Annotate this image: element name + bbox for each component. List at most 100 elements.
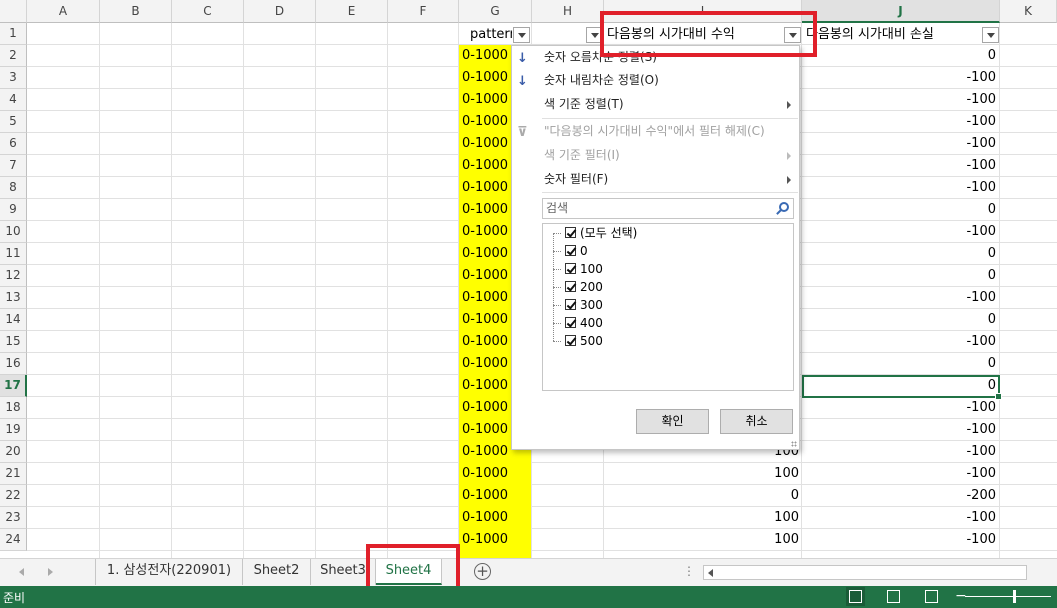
loss-cell[interactable]: -100 xyxy=(802,221,996,243)
col-header-e[interactable]: E xyxy=(316,0,388,23)
row-header-21[interactable]: 21 xyxy=(0,463,27,485)
filter-dropdown-j[interactable] xyxy=(982,27,999,43)
row-header-18[interactable]: 18 xyxy=(0,397,27,419)
profit-cell[interactable]: 0 xyxy=(604,485,799,507)
loss-cell[interactable]: -100 xyxy=(802,463,996,485)
col-header-a[interactable]: A xyxy=(27,0,100,23)
checkbox-checked-icon[interactable] xyxy=(565,335,576,346)
add-sheet-icon[interactable]: + xyxy=(474,563,491,580)
col-header-d[interactable]: D xyxy=(244,0,316,23)
filter-by-color-item[interactable]: 색 기준 필터(I) xyxy=(512,144,799,166)
page-break-view-icon[interactable] xyxy=(925,590,938,603)
pattern-cell[interactable]: 0-1000 xyxy=(462,485,532,507)
row-header-2[interactable]: 2 xyxy=(0,45,27,67)
loss-cell[interactable]: -100 xyxy=(802,287,996,309)
active-cell-j17[interactable] xyxy=(802,375,1002,400)
row-header-23[interactable]: 23 xyxy=(0,507,27,529)
col-header-b[interactable]: B xyxy=(100,0,172,23)
pattern-cell[interactable]: 0-1000 xyxy=(462,529,532,551)
cancel-button[interactable]: 취소 xyxy=(720,409,793,434)
row-header-14[interactable]: 14 xyxy=(0,309,27,331)
loss-cell[interactable]: -100 xyxy=(802,441,996,463)
select-all-corner[interactable] xyxy=(0,0,27,23)
row-header-9[interactable]: 9 xyxy=(0,199,27,221)
row-header-13[interactable]: 13 xyxy=(0,287,27,309)
checkbox-checked-icon[interactable] xyxy=(565,245,576,256)
normal-view-icon[interactable] xyxy=(846,587,865,606)
clear-filter-item[interactable]: ⊽ "다음봉의 시가대비 수익"에서 필터 해제(C) xyxy=(512,120,799,142)
row-header-4[interactable]: 4 xyxy=(0,89,27,111)
col-header-j[interactable]: J xyxy=(802,0,1000,23)
loss-cell[interactable]: 0 xyxy=(802,45,996,67)
sort-descending-item[interactable]: ↓ 숫자 내림차순 정렬(O) xyxy=(512,69,799,91)
row-header-6[interactable]: 6 xyxy=(0,133,27,155)
tab-sheet2[interactable]: Sheet2 xyxy=(243,559,311,585)
scroll-thumb[interactable] xyxy=(718,567,1018,578)
loss-cell[interactable]: -100 xyxy=(802,89,996,111)
loss-cell[interactable]: -100 xyxy=(802,155,996,177)
loss-cell[interactable]: -200 xyxy=(802,485,996,507)
profit-cell[interactable]: 100 xyxy=(604,529,799,551)
row-header-20[interactable]: 20 xyxy=(0,441,27,463)
checkbox-checked-icon[interactable] xyxy=(565,263,576,274)
row-header-12[interactable]: 12 xyxy=(0,265,27,287)
loss-cell[interactable]: -100 xyxy=(802,419,996,441)
row-header-17[interactable]: 17 xyxy=(0,375,27,397)
loss-cell[interactable]: -100 xyxy=(802,133,996,155)
profit-cell[interactable]: 100 xyxy=(604,507,799,529)
col-header-k[interactable]: K xyxy=(1000,0,1057,23)
row-header-24[interactable]: 24 xyxy=(0,529,27,551)
filter-dropdown-g[interactable] xyxy=(513,27,530,43)
loss-cell[interactable]: -100 xyxy=(802,397,996,419)
number-filters-item[interactable]: 숫자 필터(F) xyxy=(512,168,799,190)
scroll-left-icon[interactable] xyxy=(708,569,713,577)
loss-cell[interactable]: -100 xyxy=(802,507,996,529)
row-header-1[interactable]: 1 xyxy=(0,23,27,45)
row-header-5[interactable]: 5 xyxy=(0,111,27,133)
loss-cell[interactable]: -100 xyxy=(802,67,996,89)
loss-cell[interactable]: -100 xyxy=(802,331,996,353)
loss-cell[interactable]: -100 xyxy=(802,529,996,551)
checkbox-checked-icon[interactable] xyxy=(565,281,576,292)
next-sheet-icon[interactable] xyxy=(48,568,53,576)
checkbox-checked-icon[interactable] xyxy=(565,299,576,310)
loss-cell[interactable]: 0 xyxy=(802,309,996,331)
row-header-10[interactable]: 10 xyxy=(0,221,27,243)
filter-value-label: 0 xyxy=(580,244,588,258)
col-header-h[interactable]: H xyxy=(532,0,604,23)
col-header-c[interactable]: C xyxy=(172,0,244,23)
row-header-15[interactable]: 15 xyxy=(0,331,27,353)
pattern-cell[interactable]: 0-1000 xyxy=(462,463,532,485)
row-header-22[interactable]: 22 xyxy=(0,485,27,507)
row-header-16[interactable]: 16 xyxy=(0,353,27,375)
pattern-cell[interactable]: 0-1000 xyxy=(462,507,532,529)
loss-cell[interactable]: -100 xyxy=(802,177,996,199)
profit-cell[interactable]: 100 xyxy=(604,463,799,485)
loss-cell[interactable]: -100 xyxy=(802,111,996,133)
loss-cell[interactable]: 0 xyxy=(802,353,996,375)
ok-button[interactable]: 확인 xyxy=(636,409,709,434)
tab-samsung[interactable]: 1. 삼성전자(220901) xyxy=(95,559,243,585)
resize-grip-icon[interactable] xyxy=(791,441,797,447)
checkbox-checked-icon[interactable] xyxy=(565,227,576,238)
horizontal-scrollbar[interactable] xyxy=(703,565,1027,580)
zoom-slider-thumb[interactable] xyxy=(1013,590,1016,603)
loss-cell[interactable]: 0 xyxy=(802,243,996,265)
loss-cell[interactable]: 0 xyxy=(802,265,996,287)
header-next-open-loss[interactable]: 다음봉의 시가대비 손실 xyxy=(806,24,981,46)
row-header-11[interactable]: 11 xyxy=(0,243,27,265)
page-layout-view-icon[interactable] xyxy=(887,590,900,603)
col-header-f[interactable]: F xyxy=(388,0,459,23)
col-header-g[interactable]: G xyxy=(459,0,532,23)
row-header-7[interactable]: 7 xyxy=(0,155,27,177)
loss-cell[interactable]: 0 xyxy=(802,199,996,221)
sort-by-color-item[interactable]: 색 기준 정렬(T) xyxy=(512,93,799,115)
zoom-slider[interactable] xyxy=(965,596,1051,597)
prev-sheet-icon[interactable] xyxy=(19,568,24,576)
row-header-19[interactable]: 19 xyxy=(0,419,27,441)
filter-search-input[interactable]: 검색 xyxy=(542,198,794,219)
row-header-8[interactable]: 8 xyxy=(0,177,27,199)
row-header-3[interactable]: 3 xyxy=(0,67,27,89)
checkbox-checked-icon[interactable] xyxy=(565,317,576,328)
header-pattern[interactable]: pattern xyxy=(470,24,512,46)
